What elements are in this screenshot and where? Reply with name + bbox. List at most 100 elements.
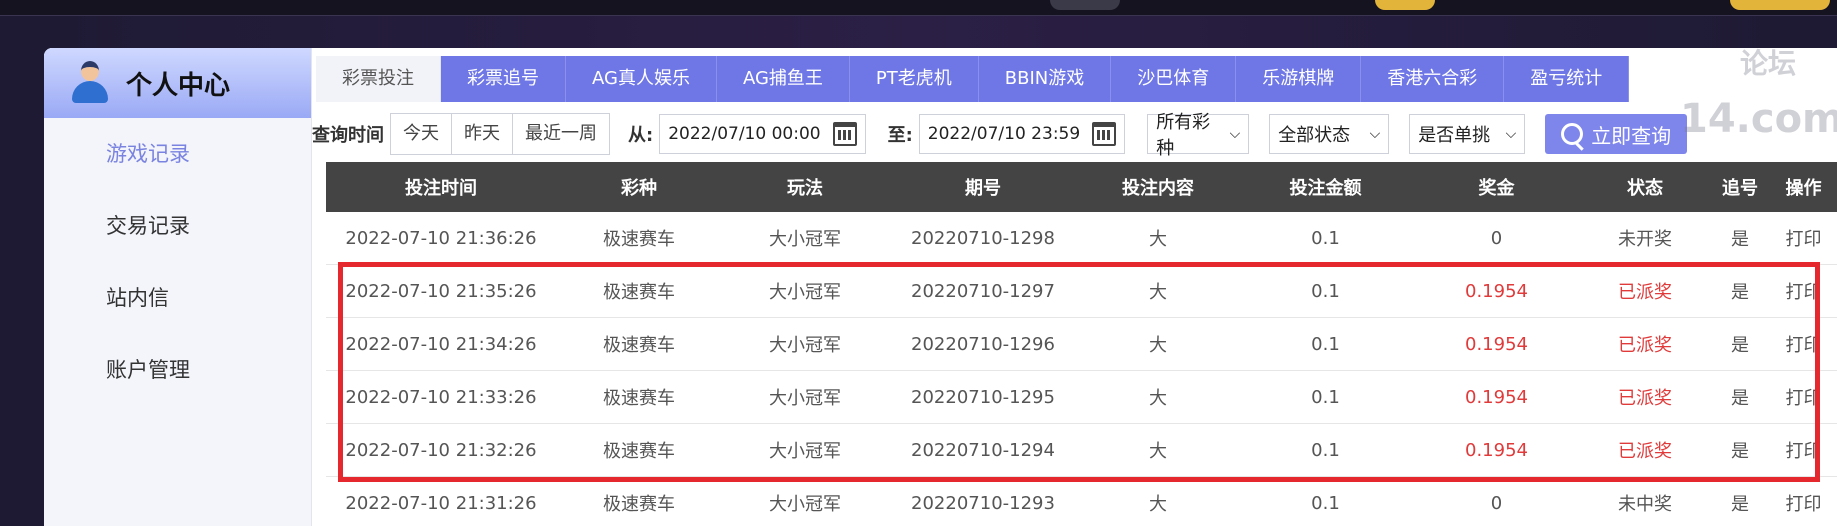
cell-amount: 0.1 (1311, 333, 1340, 355)
cell-bet-time: 2022-07-10 21:31:26 (345, 492, 537, 514)
cell-play: 大小冠军 (769, 335, 841, 356)
cell-prize: 0 (1490, 227, 1503, 249)
header-bet-time[interactable]: 投注时间 (326, 162, 556, 212)
sidebar-item-messages[interactable]: 站内信 (44, 262, 311, 334)
lottery-type-value: 所有彩种 (1156, 112, 1211, 159)
cell-prize: 0.1954 (1465, 333, 1528, 355)
cell-print-action[interactable]: 打印 (1770, 265, 1837, 317)
tab-lottery-chase[interactable]: 彩票追号 (441, 56, 566, 102)
cell-print-action[interactable]: 打印 (1770, 371, 1837, 423)
header-issue[interactable]: 期号 (888, 162, 1078, 212)
cell-chase: 是 (1731, 229, 1749, 250)
cell-lottery: 极速赛车 (603, 335, 675, 356)
table-row: 2022-07-10 21:36:26 极速赛车 大小冠军 20220710-1298… (326, 212, 1837, 265)
cell-chase: 是 (1731, 282, 1749, 303)
tab-profit-loss[interactable]: 盈亏统计 (1504, 56, 1630, 102)
cell-status: 未中奖 (1618, 494, 1672, 515)
cell-status: 已派奖 (1618, 388, 1672, 409)
cell-lottery: 极速赛车 (603, 282, 675, 303)
cell-amount: 0.1 (1311, 386, 1340, 408)
user-avatar-icon (70, 61, 110, 105)
header-play[interactable]: 玩法 (722, 162, 888, 212)
header-action[interactable]: 操作 (1770, 162, 1837, 212)
tab-ag-fishing[interactable]: AG捕鱼王 (716, 56, 850, 102)
tab-bbin[interactable]: BBIN游戏 (978, 56, 1112, 102)
header-prize[interactable]: 奖金 (1413, 162, 1580, 212)
table-row: 2022-07-10 21:32:26 极速赛车 大小冠军 20220710-1294… (326, 424, 1837, 477)
to-label: 至: (887, 125, 913, 146)
today-button[interactable]: 今天 (391, 114, 452, 154)
cell-content: 大 (1149, 335, 1167, 356)
category-tabs: 彩票投注 彩票追号 AG真人娱乐 AG捕鱼王 PT老虎机 BBIN游戏 沙巴体育… (316, 56, 1630, 102)
sidebar: 个人中心 游戏记录 交易记录 站内信 账户管理 (44, 48, 312, 526)
tab-lottery-bets[interactable]: 彩票投注 (316, 56, 441, 102)
cell-chase: 是 (1731, 441, 1749, 462)
cell-bet-time: 2022-07-10 21:32:26 (345, 439, 537, 461)
query-button[interactable]: 立即查询 (1545, 114, 1688, 154)
cell-status: 已派奖 (1618, 441, 1672, 462)
cell-print-action[interactable]: 打印 (1770, 318, 1837, 370)
top-nav-chip-yellow[interactable] (1375, 0, 1435, 10)
chevron-down-icon: ⌵ (1229, 126, 1241, 142)
cell-print-action[interactable]: 打印 (1770, 424, 1837, 476)
cell-play: 大小冠军 (769, 494, 841, 515)
tab-saba-sports[interactable]: 沙巴体育 (1111, 56, 1237, 102)
cell-issue: 20220710-1296 (911, 333, 1055, 355)
cell-play: 大小冠军 (769, 229, 841, 250)
tab-chess[interactable]: 乐游棋牌 (1236, 56, 1362, 102)
cell-prize: 0.1954 (1465, 280, 1528, 302)
tab-ag-live[interactable]: AG真人娱乐 (566, 56, 717, 102)
cell-chase: 是 (1731, 494, 1749, 515)
from-date-value: 2022/07/10 00:00 (668, 124, 821, 144)
last-week-button[interactable]: 最近一周 (513, 114, 609, 154)
cell-content: 大 (1149, 229, 1167, 250)
cell-play: 大小冠军 (769, 441, 841, 462)
query-button-label: 立即查询 (1591, 123, 1672, 148)
cell-print-action[interactable]: 打印 (1770, 477, 1837, 526)
table-row: 2022-07-10 21:35:26 极速赛车 大小冠军 20220710-1297… (326, 265, 1837, 318)
from-date-input[interactable]: 2022/07/10 00:00 (659, 114, 866, 154)
table-header: 投注时间 彩种 玩法 期号 投注内容 投注金额 奖金 状态 追号 操作 (326, 162, 1837, 212)
top-nav-bar (0, 0, 1837, 16)
from-label: 从: (628, 125, 654, 146)
cell-content: 大 (1149, 494, 1167, 515)
status-value: 全部状态 (1278, 125, 1351, 146)
cell-play: 大小冠军 (769, 282, 841, 303)
cell-amount: 0.1 (1311, 492, 1340, 514)
tab-pt-slots[interactable]: PT老虎机 (849, 56, 979, 102)
header-content[interactable]: 投注内容 (1078, 162, 1238, 212)
table-row: 2022-07-10 21:31:26 极速赛车 大小冠军 20220710-1293… (326, 477, 1837, 526)
calendar-icon[interactable] (1092, 122, 1117, 146)
cell-issue: 20220710-1297 (911, 280, 1055, 302)
header-chase[interactable]: 追号 (1710, 162, 1770, 212)
header-amount[interactable]: 投注金额 (1238, 162, 1413, 212)
lottery-type-select[interactable]: 所有彩种 ⌵ (1147, 112, 1250, 159)
header-status[interactable]: 状态 (1580, 162, 1710, 212)
cell-lottery: 极速赛车 (603, 441, 675, 462)
sidebar-item-account[interactable]: 账户管理 (44, 334, 311, 406)
sidebar-item-transactions[interactable]: 交易记录 (44, 190, 311, 262)
cell-chase: 是 (1731, 335, 1749, 356)
header-lottery[interactable]: 彩种 (556, 162, 722, 212)
to-date-input[interactable]: 2022/07/10 23:59 (918, 114, 1126, 154)
table-body: 2022-07-10 21:36:26 极速赛车 大小冠军 20220710-1298… (326, 212, 1837, 526)
cell-lottery: 极速赛车 (603, 388, 675, 409)
cell-content: 大 (1149, 388, 1167, 409)
single-bet-select[interactable]: 是否单挑 ⌵ (1409, 114, 1526, 154)
cell-status: 未开奖 (1618, 229, 1672, 250)
yesterday-button[interactable]: 昨天 (452, 114, 513, 154)
cell-print-action[interactable]: 打印 (1770, 212, 1837, 264)
cell-prize: 0 (1490, 492, 1503, 514)
calendar-icon[interactable] (832, 122, 857, 146)
status-select[interactable]: 全部状态 ⌵ (1269, 114, 1390, 154)
cell-bet-time: 2022-07-10 21:34:26 (345, 333, 537, 355)
sidebar-item-game-records[interactable]: 游戏记录 (44, 118, 311, 190)
cell-play: 大小冠军 (769, 388, 841, 409)
sidebar-header: 个人中心 (44, 48, 311, 118)
cell-issue: 20220710-1294 (911, 439, 1055, 461)
tab-hk-mark-six[interactable]: 香港六合彩 (1361, 56, 1505, 102)
top-nav-chip-yellow[interactable] (1730, 0, 1830, 10)
filter-bar: 查询时间 今天 昨天 最近一周 从: 2022/07/10 00:00 至: 2… (312, 112, 1688, 159)
top-nav-chip[interactable] (1050, 0, 1120, 10)
query-time-label: 查询时间 (312, 125, 384, 146)
